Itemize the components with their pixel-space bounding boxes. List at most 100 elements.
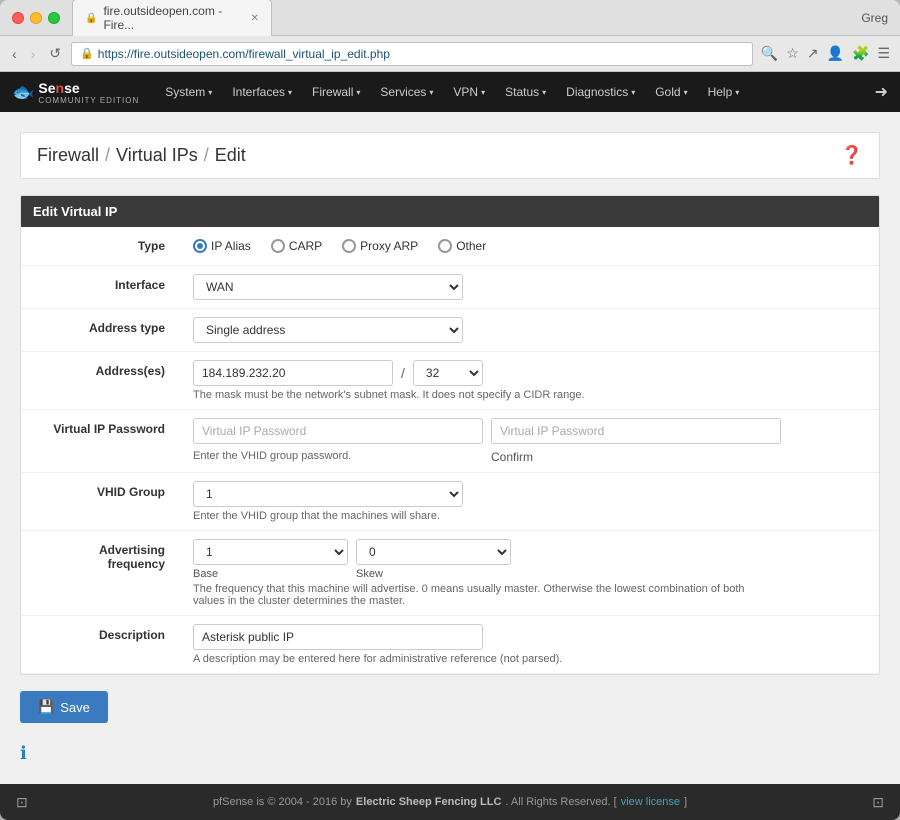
traffic-lights <box>12 12 60 24</box>
nav-item-vpn[interactable]: VPN ▾ <box>443 72 495 112</box>
minimize-button[interactable] <box>30 12 42 24</box>
refresh-button[interactable]: ↺ <box>45 43 65 64</box>
address-type-select[interactable]: Single address Network <box>193 317 463 343</box>
forward-button[interactable]: › <box>27 44 40 64</box>
vip-password-confirm-input[interactable] <box>491 418 781 444</box>
address-bar[interactable]: 🔒 https://fire.outsideopen.com/firewall_… <box>71 42 753 66</box>
nav-arrow-system: ▾ <box>208 88 212 97</box>
radio-label-ip-alias: IP Alias <box>211 239 251 253</box>
footer-license-link[interactable]: view license <box>621 796 680 808</box>
vhid-help: Enter the VHID group that the machines w… <box>193 510 867 522</box>
browser-tab[interactable]: 🔒 fire.outsideopen.com - Fire... ✕ <box>72 0 272 36</box>
nav-arrow-interfaces: ▾ <box>288 88 292 97</box>
adv-freq-control: 1 2 0 1 Base Skew The freque <box>181 531 879 616</box>
radio-circle-other <box>438 239 452 253</box>
nav-item-diagnostics[interactable]: Diagnostics ▾ <box>556 72 645 112</box>
menu-icon[interactable]: ☰ <box>875 43 892 64</box>
breadcrumb-sep1: / <box>105 145 110 166</box>
tab-favicon: 🔒 <box>85 13 97 24</box>
browser-titlebar: 🔒 fire.outsideopen.com - Fire... ✕ Greg <box>0 0 900 36</box>
nav-item-help[interactable]: Help ▾ <box>698 72 750 112</box>
radio-proxy-arp[interactable]: Proxy ARP <box>342 239 418 253</box>
adv-skew-select[interactable]: 0 1 <box>356 539 511 565</box>
radio-circle-ip-alias <box>193 239 207 253</box>
toolbar-icons: 🔍 ☆ ↗ 👤 🧩 ☰ <box>759 43 892 64</box>
footer-right-icon: ⊡ <box>872 794 884 811</box>
description-help: A description may be entered here for ad… <box>193 653 867 665</box>
radio-label-proxy-arp: Proxy ARP <box>360 239 418 253</box>
adv-freq-row: Advertisingfrequency 1 2 0 1 <box>21 531 879 616</box>
browser-user: Greg <box>861 11 888 25</box>
address-input[interactable] <box>193 360 393 386</box>
nav-item-gold[interactable]: Gold ▾ <box>645 72 697 112</box>
adv-labels: Base Skew <box>193 568 867 580</box>
breadcrumb: Firewall / Virtual IPs / Edit ❓ <box>20 132 880 179</box>
interface-select[interactable]: WAN LAN OPT1 <box>193 274 463 300</box>
logo-sub: COMMUNITY EDITION <box>38 96 139 105</box>
extension-icon[interactable]: 🧩 <box>850 43 871 64</box>
description-control: A description may be entered here for ad… <box>181 616 879 674</box>
profile-icon[interactable]: 👤 <box>825 43 846 64</box>
nav-label-system: System <box>165 85 205 99</box>
type-row: Type IP Alias CARP <box>21 227 879 266</box>
share-icon[interactable]: ↗ <box>805 43 821 64</box>
radio-ip-alias[interactable]: IP Alias <box>193 239 251 253</box>
info-icon[interactable]: ℹ <box>20 743 27 764</box>
nav-arrow-firewall: ▾ <box>356 88 360 97</box>
pfsense-logo: 🐟 Sense COMMUNITY EDITION <box>12 80 139 105</box>
nav-item-status[interactable]: Status ▾ <box>495 72 556 112</box>
vip-password-control: Enter the VHID group password. Confirm <box>181 410 879 473</box>
save-button[interactable]: 💾 Save <box>20 691 108 723</box>
vip-password-input[interactable] <box>193 418 483 444</box>
maximize-button[interactable] <box>48 12 60 24</box>
star-icon[interactable]: ☆ <box>784 43 801 64</box>
tab-close-icon[interactable]: ✕ <box>251 13 259 24</box>
pfsense-navbar: 🐟 Sense COMMUNITY EDITION System ▾ Inter… <box>0 72 900 112</box>
description-input[interactable] <box>193 624 483 650</box>
footer-rights-end: ] <box>684 796 687 808</box>
type-radio-group: IP Alias CARP Proxy ARP <box>193 235 867 257</box>
save-icon: 💾 <box>38 699 54 715</box>
close-button[interactable] <box>12 12 24 24</box>
nav-item-system[interactable]: System ▾ <box>155 72 222 112</box>
breadcrumb-firewall[interactable]: Firewall <box>37 145 99 166</box>
nav-arrow-vpn: ▾ <box>481 88 485 97</box>
radio-other[interactable]: Other <box>438 239 486 253</box>
nav-item-firewall[interactable]: Firewall ▾ <box>302 72 370 112</box>
addresses-control: / 32 31 30 24 The mask must be the netwo… <box>181 352 879 410</box>
address-url: https://fire.outsideopen.com/firewall_vi… <box>98 47 390 61</box>
adv-base-select[interactable]: 1 2 <box>193 539 348 565</box>
search-icon[interactable]: 🔍 <box>759 43 780 64</box>
nav-logout-icon[interactable]: ➜ <box>875 82 888 102</box>
back-button[interactable]: ‹ <box>8 44 21 64</box>
save-label: Save <box>60 700 90 715</box>
radio-carp[interactable]: CARP <box>271 239 322 253</box>
footer-copyright: pfSense is © 2004 - 2016 by <box>213 796 352 808</box>
nav-arrow-diagnostics: ▾ <box>631 88 635 97</box>
cidr-select[interactable]: 32 31 30 24 <box>413 360 483 386</box>
browser-footer: ⊡ pfSense is © 2004 - 2016 by Electric S… <box>0 784 900 820</box>
vip-password-label: Virtual IP Password <box>21 410 181 473</box>
nav-label-status: Status <box>505 85 539 99</box>
nav-item-interfaces[interactable]: Interfaces ▾ <box>222 72 302 112</box>
nav-arrow-status: ▾ <box>542 88 546 97</box>
vhid-control: 1 2 3 Enter the VHID group that the mach… <box>181 473 879 531</box>
browser-toolbar: ‹ › ↺ 🔒 https://fire.outsideopen.com/fir… <box>0 36 900 72</box>
adv-skew-label: Skew <box>356 568 511 580</box>
radio-circle-carp <box>271 239 285 253</box>
tab-title: fire.outsideopen.com - Fire... <box>103 4 240 32</box>
password-inputs <box>193 418 867 444</box>
help-icon[interactable]: ❓ <box>841 145 863 166</box>
form-table: Type IP Alias CARP <box>21 227 879 674</box>
nav-label-services: Services <box>380 85 426 99</box>
breadcrumb-virtual-ips[interactable]: Virtual IPs <box>116 145 198 166</box>
nav-item-services[interactable]: Services ▾ <box>370 72 443 112</box>
form-panel-header: Edit Virtual IP <box>21 196 879 227</box>
description-label: Description <box>21 616 181 674</box>
nav-label-vpn: VPN <box>453 85 478 99</box>
vhid-label: VHID Group <box>21 473 181 531</box>
vhid-select[interactable]: 1 2 3 <box>193 481 463 507</box>
vhid-row: VHID Group 1 2 3 Enter the VHID group th… <box>21 473 879 531</box>
type-control: IP Alias CARP Proxy ARP <box>181 227 879 266</box>
logo-text: Sense <box>38 80 79 96</box>
